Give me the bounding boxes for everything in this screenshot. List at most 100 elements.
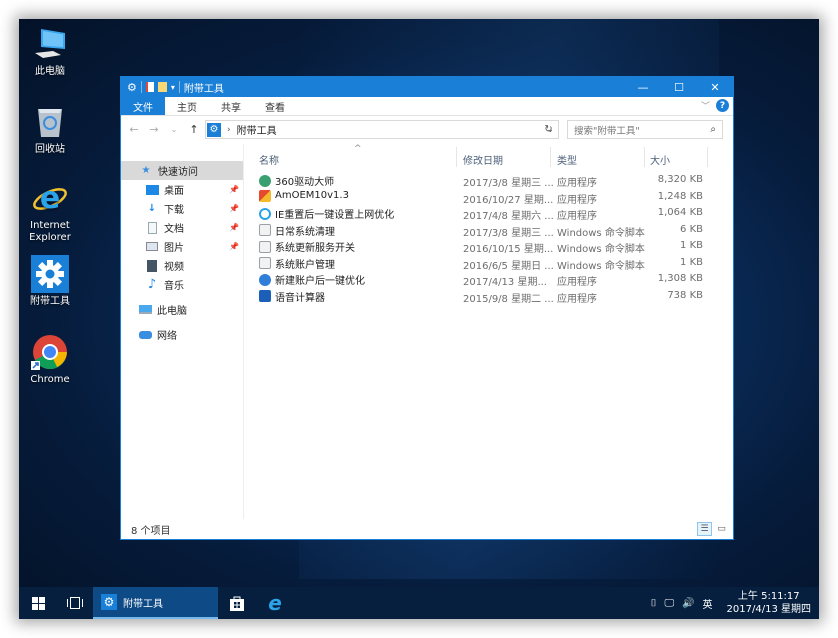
column-divider[interactable] (644, 147, 645, 167)
title-bar[interactable]: ⚙ ▾ 附带工具 — ☐ ✕ (121, 77, 733, 97)
large-icons-view-button[interactable]: ▭ (714, 522, 729, 536)
column-divider[interactable] (550, 147, 551, 167)
file-date-cell: 2015/9/8 星期二 ... (463, 293, 554, 305)
file-row[interactable]: 360驱动大师 2017/3/8 星期三 ... 应用程序 8,320 KB (245, 172, 733, 189)
taskbar-ie-button[interactable]: e (256, 587, 294, 619)
volume-icon[interactable]: 🔊 (682, 598, 694, 609)
breadcrumb-item[interactable]: 附带工具 (237, 122, 277, 137)
tab-share[interactable]: 共享 (209, 97, 253, 115)
script-icon (259, 224, 271, 236)
script-icon (259, 240, 271, 253)
desktop-icon-internet-explorer[interactable]: e Internet Explorer (19, 179, 81, 244)
nav-item-downloads[interactable]: ↓ 下载 📌 (121, 199, 243, 218)
file-type-cell: 应用程序 (557, 293, 597, 305)
window-title: 附带工具 (183, 83, 224, 95)
download-icon: ↓ (147, 203, 157, 214)
internet-explorer-icon: e (268, 591, 282, 615)
desktop-icon-chrome[interactable]: Chrome (19, 333, 81, 386)
divider (140, 81, 142, 93)
refresh-button[interactable]: ↻ (539, 120, 559, 139)
column-header-date[interactable]: 修改日期 (463, 152, 503, 167)
file-type-cell: 应用程序 (557, 194, 597, 206)
column-divider[interactable] (456, 147, 457, 167)
column-divider[interactable] (707, 147, 708, 167)
file-type-cell: Windows 命令脚本 (557, 227, 645, 239)
search-input[interactable]: 搜索"附带工具" ⌕ (567, 120, 723, 139)
tab-home[interactable]: 主页 (165, 97, 209, 115)
file-row[interactable]: 日常系统清理 2017/3/8 星期三 ... Windows 命令脚本 6 KB (245, 222, 733, 239)
taskbar-store-button[interactable] (218, 587, 256, 619)
nav-item-videos[interactable]: 视频 (121, 256, 243, 275)
minimize-button[interactable]: — (625, 77, 661, 97)
column-header-size[interactable]: 大小 (650, 152, 670, 167)
column-header-name[interactable]: 名称 (259, 152, 279, 167)
desktop-icon-recycle-bin[interactable]: 回收站 (19, 103, 81, 156)
file-size-cell: 1,308 KB (657, 273, 703, 284)
file-type-cell: 应用程序 (557, 211, 597, 222)
pin-icon[interactable]: 📌 (229, 204, 239, 213)
gear-icon[interactable]: ⚙ (127, 81, 137, 94)
usb-device-icon[interactable]: ⌷ (650, 598, 656, 609)
expand-ribbon-icon[interactable]: ﹀ (701, 99, 710, 112)
pin-icon[interactable]: 📌 (229, 185, 239, 194)
file-name-cell: 语音计算器 (259, 289, 325, 304)
file-row[interactable]: 系统账户管理 2016/6/5 星期日 ... Windows 命令脚本 1 KB (245, 255, 733, 272)
file-name-cell: AmOEM10v1.3 (259, 189, 349, 202)
taskbar-app-tools-folder[interactable]: ⚙ 附带工具 (93, 587, 218, 619)
file-row[interactable]: AmOEM10v1.3 2016/10/27 星期... 应用程序 1,248 KB (245, 189, 733, 206)
windows-logo-icon (31, 596, 45, 610)
details-view-button[interactable]: ☰ (697, 522, 712, 536)
calculator-app-icon (259, 290, 271, 302)
clock[interactable]: 上午 5:11:17 2017/4/13 星期四 (717, 590, 819, 616)
explorer-window: ⚙ ▾ 附带工具 — ☐ ✕ 文件 主页 共享 查看 ﹀ ? ← → ⌄ ↑ ⚙… (120, 76, 734, 540)
nav-item-network[interactable]: 网络 (121, 325, 243, 344)
file-row[interactable]: 新建账户后一键优化 2017/4/13 星期... 应用程序 1,308 KB (245, 271, 733, 288)
file-name-cell: IE重置后一键设置上网优化 (259, 206, 394, 221)
picture-icon (145, 240, 159, 254)
file-name-cell: 系统账户管理 (259, 256, 335, 271)
file-type-cell: Windows 命令脚本 (557, 260, 645, 272)
desktop-icon-tools-folder[interactable]: 附带工具 (19, 255, 81, 308)
file-date-cell: 2017/3/8 星期三 ... (463, 178, 554, 189)
file-row[interactable]: IE重置后一键设置上网优化 2017/4/8 星期六 ... 应用程序 1,064 K… (245, 205, 733, 222)
input-method-indicator[interactable]: 英 (703, 596, 713, 611)
item-count: 8 个项目 (131, 525, 171, 537)
file-date-cell: 2016/6/5 星期日 ... (463, 260, 554, 272)
status-bar: 8 个项目 ☰ ▭ (121, 519, 733, 539)
desktop-icon-this-pc[interactable]: 此电脑 (19, 25, 81, 78)
file-type-cell: 应用程序 (557, 277, 597, 288)
up-button[interactable]: ↑ (187, 123, 201, 136)
nav-item-this-pc[interactable]: 此电脑 (121, 300, 243, 319)
file-row[interactable]: 系统更新服务开关 2016/10/15 星期... Windows 命令脚本 1 KB (245, 238, 733, 255)
svg-text:e: e (40, 181, 60, 216)
file-name-cell: 新建账户后一键优化 (259, 272, 365, 287)
maximize-button[interactable]: ☐ (661, 77, 697, 97)
back-button[interactable]: ← (127, 123, 141, 136)
nav-item-pictures[interactable]: 图片 📌 (121, 237, 243, 256)
address-bar[interactable]: ⚙ › 附带工具 ⌄ (205, 120, 559, 139)
start-button[interactable] (19, 587, 57, 619)
customize-toolbar-icon[interactable]: ▾ (171, 83, 175, 92)
file-name-cell: 360驱动大师 (259, 173, 334, 188)
file-row[interactable]: 语音计算器 2015/9/8 星期二 ... 应用程序 738 KB (245, 288, 733, 305)
close-button[interactable]: ✕ (697, 77, 733, 97)
tab-view[interactable]: 查看 (253, 97, 297, 115)
task-view-button[interactable] (57, 587, 93, 619)
nav-item-documents[interactable]: 文档 📌 (121, 218, 243, 237)
file-date-cell: 2016/10/27 星期... (463, 194, 554, 206)
new-folder-icon[interactable] (157, 82, 167, 92)
tab-file[interactable]: 文件 (121, 97, 165, 115)
column-header-type[interactable]: 类型 (557, 152, 577, 167)
file-size-cell: 6 KB (680, 223, 703, 235)
file-name-cell: 日常系统清理 (259, 223, 335, 238)
nav-item-desktop[interactable]: 桌面 📌 (121, 180, 243, 199)
network-status-icon[interactable]: 🖵 (664, 598, 674, 609)
nav-item-music[interactable]: ♪ 音乐 (121, 275, 243, 294)
pin-icon[interactable]: 📌 (229, 223, 239, 232)
forward-button[interactable]: → (147, 123, 161, 136)
nav-item-quick-access[interactable]: ★ 快速访问 (121, 161, 243, 180)
properties-icon[interactable] (145, 82, 154, 92)
help-icon[interactable]: ? (716, 99, 729, 112)
recent-locations-button[interactable]: ⌄ (167, 125, 181, 134)
pin-icon[interactable]: 📌 (229, 242, 239, 251)
